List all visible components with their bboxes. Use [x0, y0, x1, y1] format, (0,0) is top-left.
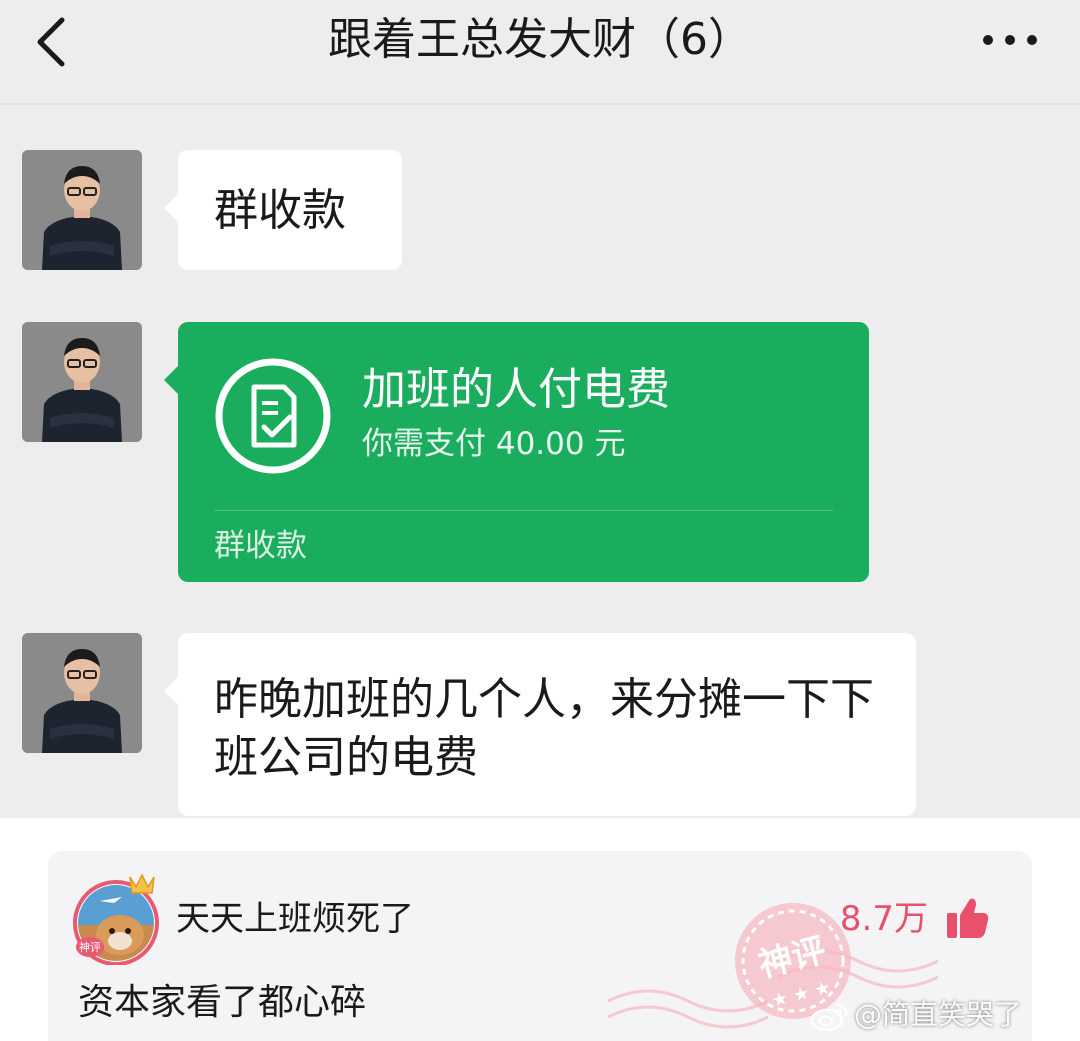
weibo-logo-icon	[810, 1003, 848, 1031]
sender-avatar[interactable]	[22, 322, 142, 442]
watermark-text: @简直笑哭了	[853, 998, 1022, 1031]
message-bubble[interactable]: 昨晚加班的几个人，来分摊一下下班公司的电费	[164, 633, 916, 816]
payment-footer-label: 群收款	[214, 528, 307, 564]
like-count: 8.7万	[839, 899, 928, 939]
sender-avatar[interactable]	[22, 633, 142, 753]
avatar-badge-text: 神评	[79, 940, 101, 954]
commenter-avatar[interactable]: 神评	[70, 867, 162, 965]
message-bubble[interactable]: 群收款	[164, 150, 402, 270]
bill-check-icon	[215, 358, 331, 474]
payment-divider	[214, 510, 833, 511]
comment-text: 资本家看了都心碎	[78, 982, 367, 1023]
sender-avatar[interactable]	[22, 150, 142, 270]
more-options-icon[interactable]	[980, 30, 1040, 50]
message-text: 昨晚加班的几个人，来分摊一下下班公司的电费	[214, 674, 874, 783]
person-avatar-icon	[22, 633, 142, 753]
weibo-watermark: @简直笑哭了	[810, 997, 1022, 1033]
payment-title: 加班的人付电费	[362, 364, 670, 415]
person-avatar-icon	[22, 322, 142, 442]
payment-amount: 你需支付 40.00 元	[362, 426, 626, 462]
commenter-username[interactable]: 天天上班烦死了	[176, 897, 414, 941]
person-avatar-icon	[22, 150, 142, 270]
chat-screen: 跟着王总发大财（6） 群收款 加班的人付电费 你需支付 40.00 元 群收款 …	[0, 0, 1080, 818]
group-payment-card[interactable]: 加班的人付电费 你需支付 40.00 元 群收款	[164, 322, 869, 582]
message-text: 群收款	[214, 185, 346, 236]
thumbs-up-icon[interactable]	[944, 895, 990, 941]
chat-header: 跟着王总发大财（6）	[0, 0, 1080, 105]
top-comment-card: 神评 天天上班烦死了 资本家看了都心碎 神评 ★ ★ ★ 8.7万 @简直笑哭了	[48, 851, 1032, 1041]
chat-title: 跟着王总发大财（6）	[328, 14, 752, 65]
